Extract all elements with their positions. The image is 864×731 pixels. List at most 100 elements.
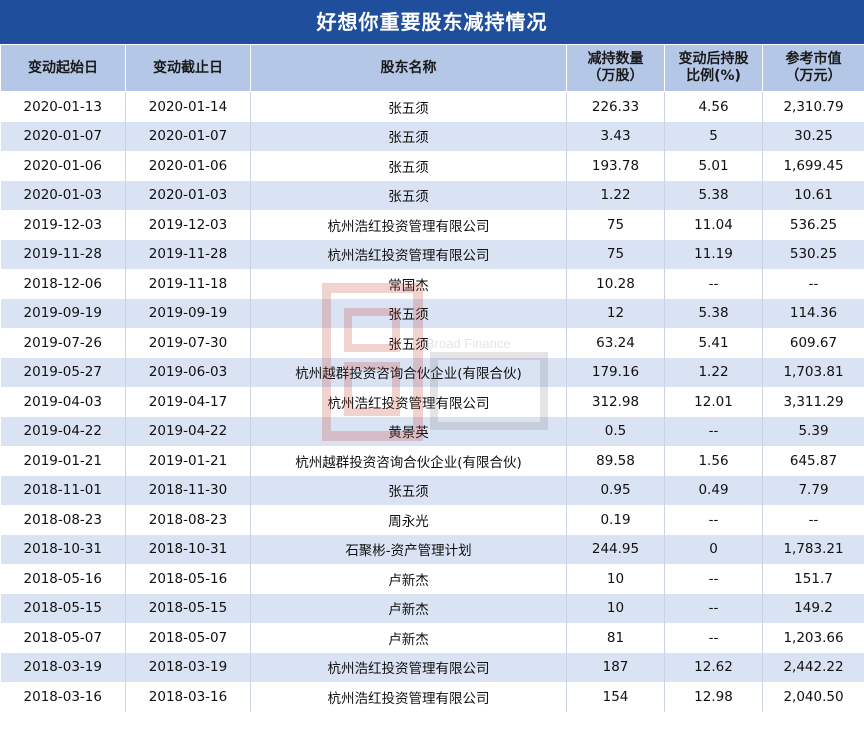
cell-reduction-qty: 3.43 <box>566 121 665 151</box>
cell-shareholder: 杭州浩红投资管理有限公司 <box>250 239 567 269</box>
cell-market-value: 1,703.81 <box>762 357 864 387</box>
cell-end-date: 2019-09-19 <box>125 298 251 328</box>
cell-shareholder: 杭州浩红投资管理有限公司 <box>250 387 567 417</box>
cell-shareholder: 黄景英 <box>250 416 567 446</box>
cell-shareholder: 张五须 <box>250 475 567 505</box>
cell-reduction-qty: 10 <box>566 564 665 594</box>
cell-reduction-qty: 312.98 <box>566 387 665 417</box>
table-row: 2018-12-06 2019-11-18 常国杰 10.28 -- -- <box>0 269 864 299</box>
cell-start-date: 2018-03-19 <box>0 652 126 682</box>
cell-market-value: 30.25 <box>762 121 864 151</box>
cell-end-date: 2018-03-16 <box>125 682 251 712</box>
cell-shareholder: 常国杰 <box>250 269 567 299</box>
table-row: 2018-03-16 2018-03-16 杭州浩红投资管理有限公司 154 12.98… <box>0 682 864 712</box>
table-row: 2020-01-13 2020-01-14 张五须 226.33 4.56 2,310.7… <box>0 91 864 122</box>
cell-reduction-qty: 10 <box>566 593 665 623</box>
table-row: 2019-12-03 2019-12-03 杭州浩红投资管理有限公司 75 11.04 5… <box>0 210 864 240</box>
cell-shareholder: 杭州越群投资咨询合伙企业(有限合伙) <box>250 446 567 476</box>
table-row: 2019-01-21 2019-01-21 杭州越群投资咨询合伙企业(有限合伙) 89… <box>0 446 864 476</box>
col-header-start-date: 变动起始日 <box>0 44 126 92</box>
cell-market-value: 2,310.79 <box>762 91 864 122</box>
cell-market-value: 1,203.66 <box>762 623 864 653</box>
table-row: 2019-04-22 2019-04-22 黄景英 0.5 -- 5.39 <box>0 416 864 446</box>
cell-start-date: 2018-05-07 <box>0 623 126 653</box>
cell-holding-ratio: 4.56 <box>664 91 763 122</box>
table-row: 2018-05-07 2018-05-07 卢新杰 81 -- 1,203.66 <box>0 623 864 653</box>
cell-end-date: 2018-05-16 <box>125 564 251 594</box>
cell-shareholder: 张五须 <box>250 121 567 151</box>
cell-market-value: 3,311.29 <box>762 387 864 417</box>
cell-holding-ratio: 12.01 <box>664 387 763 417</box>
cell-market-value: 7.79 <box>762 475 864 505</box>
cell-start-date: 2018-12-06 <box>0 269 126 299</box>
cell-market-value: 149.2 <box>762 593 864 623</box>
table-row: 2019-05-27 2019-06-03 杭州越群投资咨询合伙企业(有限合伙) 17… <box>0 357 864 387</box>
table-row: 2018-08-23 2018-08-23 周永光 0.19 -- -- <box>0 505 864 535</box>
cell-holding-ratio: 0 <box>664 534 763 564</box>
cell-holding-ratio: 1.56 <box>664 446 763 476</box>
col-header-reduction-qty: 减持数量 （万股） <box>566 44 665 92</box>
col-header-end-date: 变动截止日 <box>125 44 251 92</box>
table-row: 2020-01-03 2020-01-03 张五须 1.22 5.38 10.61 <box>0 180 864 210</box>
cell-start-date: 2020-01-03 <box>0 180 126 210</box>
cell-reduction-qty: 0.95 <box>566 475 665 505</box>
col-header-market-value: 参考市值 （万元） <box>762 44 864 92</box>
cell-holding-ratio: 1.22 <box>664 357 763 387</box>
cell-holding-ratio: 5.01 <box>664 151 763 181</box>
cell-reduction-qty: 0.5 <box>566 416 665 446</box>
cell-reduction-qty: 12 <box>566 298 665 328</box>
cell-end-date: 2019-11-18 <box>125 269 251 299</box>
cell-start-date: 2018-05-15 <box>0 593 126 623</box>
cell-reduction-qty: 187 <box>566 652 665 682</box>
cell-start-date: 2018-11-01 <box>0 475 126 505</box>
cell-holding-ratio: 12.62 <box>664 652 763 682</box>
table-row: 2020-01-07 2020-01-07 张五须 3.43 5 30.25 <box>0 121 864 151</box>
cell-market-value: 2,442.22 <box>762 652 864 682</box>
cell-reduction-qty: 75 <box>566 239 665 269</box>
cell-start-date: 2018-03-16 <box>0 682 126 712</box>
cell-reduction-qty: 10.28 <box>566 269 665 299</box>
cell-market-value: 5.39 <box>762 416 864 446</box>
cell-market-value: 1,783.21 <box>762 534 864 564</box>
cell-holding-ratio: -- <box>664 416 763 446</box>
cell-start-date: 2019-04-03 <box>0 387 126 417</box>
cell-reduction-qty: 89.58 <box>566 446 665 476</box>
table-title: 好想你重要股东减持情况 <box>0 0 864 44</box>
table-row: 2019-07-26 2019-07-30 张五须 63.24 5.41 609.67 <box>0 328 864 358</box>
cell-start-date: 2019-04-22 <box>0 416 126 446</box>
col-header-shareholder: 股东名称 <box>250 44 567 92</box>
cell-reduction-qty: 193.78 <box>566 151 665 181</box>
cell-end-date: 2020-01-07 <box>125 121 251 151</box>
cell-holding-ratio: 5.41 <box>664 328 763 358</box>
cell-reduction-qty: 244.95 <box>566 534 665 564</box>
cell-start-date: 2019-09-19 <box>0 298 126 328</box>
cell-start-date: 2018-10-31 <box>0 534 126 564</box>
cell-end-date: 2019-04-17 <box>125 387 251 417</box>
shareholder-reduction-table: 变动起始日 变动截止日 股东名称 减持数量 （万股） 变动后持股 比例(%) 参考市… <box>0 44 864 712</box>
cell-market-value: -- <box>762 505 864 535</box>
table-body: 2020-01-13 2020-01-14 张五须 226.33 4.56 2,310.7… <box>0 91 864 712</box>
cell-start-date: 2020-01-06 <box>0 151 126 181</box>
cell-end-date: 2019-06-03 <box>125 357 251 387</box>
cell-end-date: 2018-10-31 <box>125 534 251 564</box>
cell-reduction-qty: 0.19 <box>566 505 665 535</box>
cell-market-value: 530.25 <box>762 239 864 269</box>
cell-shareholder: 张五须 <box>250 91 567 122</box>
cell-shareholder: 张五须 <box>250 151 567 181</box>
cell-shareholder: 张五须 <box>250 328 567 358</box>
cell-start-date: 2019-11-28 <box>0 239 126 269</box>
cell-end-date: 2019-04-22 <box>125 416 251 446</box>
cell-start-date: 2019-07-26 <box>0 328 126 358</box>
cell-start-date: 2018-05-16 <box>0 564 126 594</box>
cell-shareholder: 张五须 <box>250 298 567 328</box>
cell-shareholder: 石聚彬-资产管理计划 <box>250 534 567 564</box>
cell-reduction-qty: 81 <box>566 623 665 653</box>
cell-holding-ratio: -- <box>664 623 763 653</box>
cell-reduction-qty: 75 <box>566 210 665 240</box>
cell-start-date: 2020-01-13 <box>0 91 126 122</box>
cell-market-value: 536.25 <box>762 210 864 240</box>
cell-holding-ratio: 0.49 <box>664 475 763 505</box>
cell-holding-ratio: -- <box>664 564 763 594</box>
cell-market-value: 151.7 <box>762 564 864 594</box>
cell-holding-ratio: -- <box>664 269 763 299</box>
